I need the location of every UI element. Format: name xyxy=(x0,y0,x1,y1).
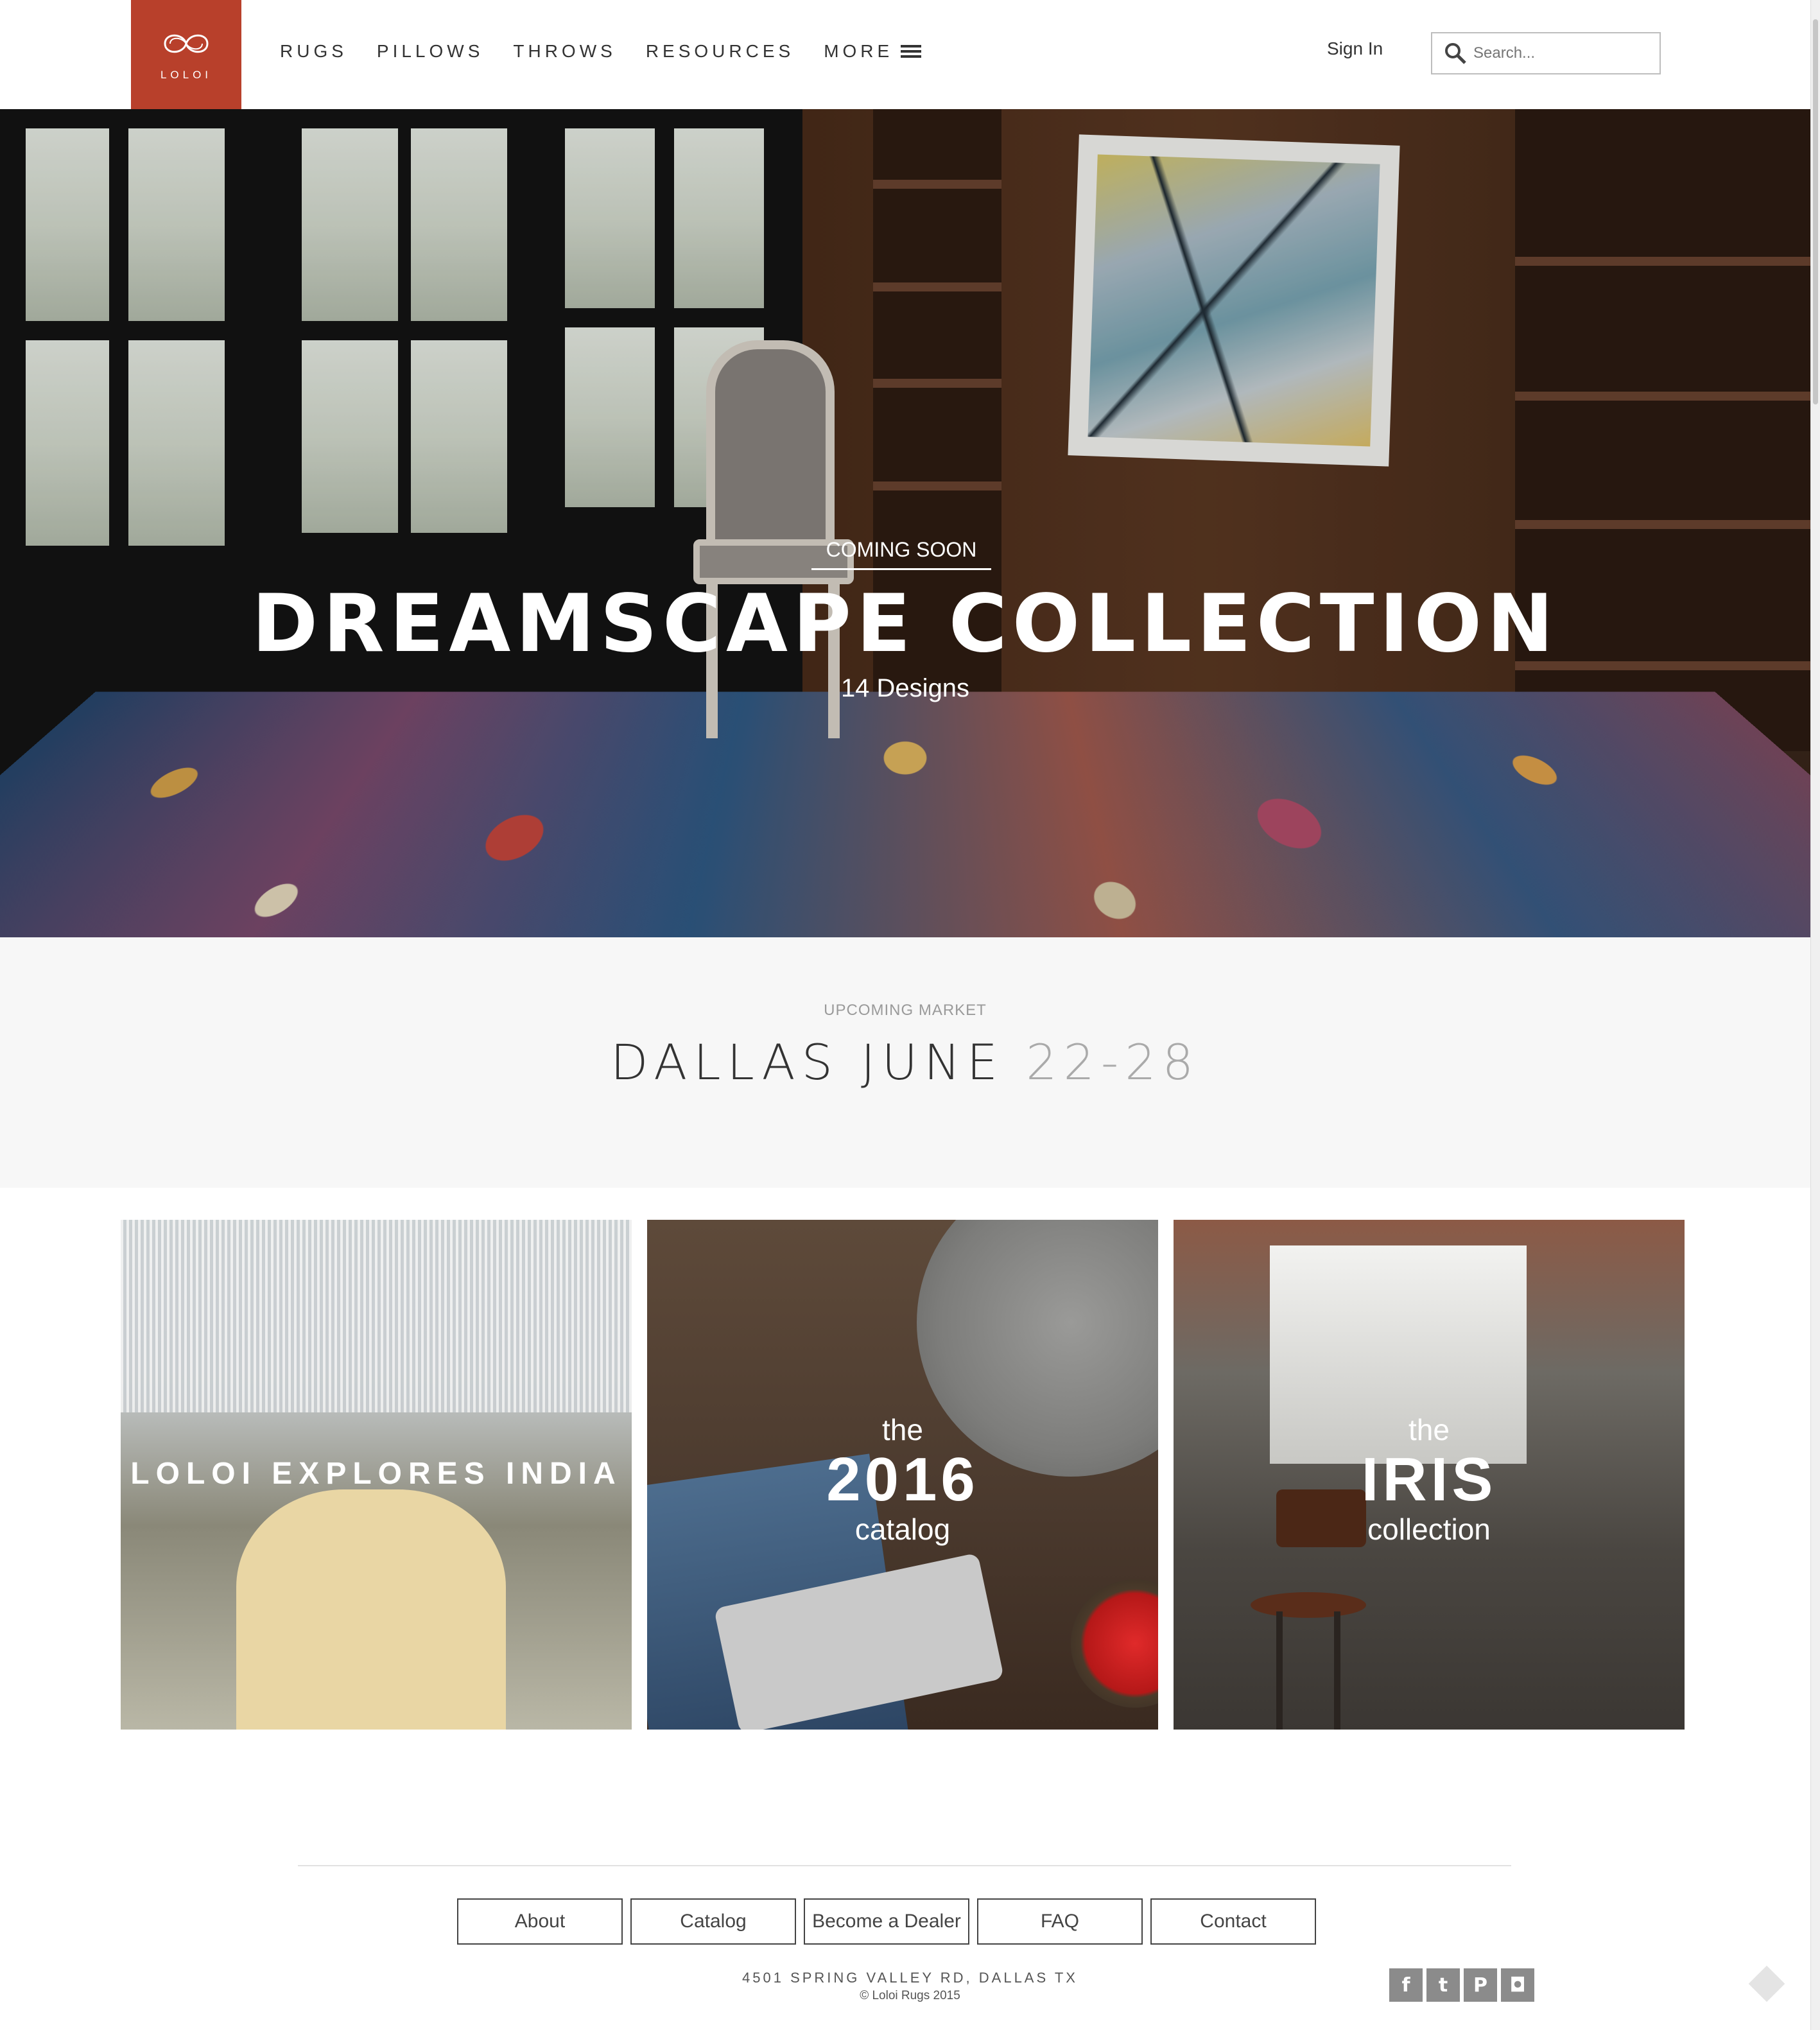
hamburger-icon xyxy=(901,42,922,60)
market-label: UPCOMING MARKET xyxy=(824,1002,987,1019)
tile-2016-catalog[interactable]: the 2016 catalog xyxy=(647,1220,1158,1730)
search-input[interactable] xyxy=(1473,44,1640,62)
search-icon xyxy=(1445,43,1466,64)
facebook-icon[interactable]: f xyxy=(1389,1968,1423,2002)
tile-loloi-explores-india[interactable]: LOLOI EXPLORES INDIA xyxy=(121,1220,632,1730)
footer-links: About Catalog Become a Dealer FAQ Contac… xyxy=(457,1898,1324,1945)
twitter-icon[interactable]: t xyxy=(1426,1968,1460,2002)
footer-address: 4501 SPRING VALLEY RD, DALLAS TX xyxy=(742,1970,1078,1986)
search-box[interactable] xyxy=(1431,32,1661,74)
logo-text: LOLOI xyxy=(160,69,212,81)
scrollbar-thumb[interactable] xyxy=(1813,19,1818,404)
footer-faq-button[interactable]: FAQ xyxy=(977,1898,1143,1945)
tile-flower-image xyxy=(1071,1579,1158,1708)
nav-resources[interactable]: RESOURCES xyxy=(646,41,794,62)
hero-subtitle: 14 Designs xyxy=(840,674,970,702)
pinterest-icon[interactable]: P xyxy=(1464,1968,1497,2002)
market-title: DALLAS JUNE 22-28 xyxy=(0,1034,1810,1091)
tile-iris-name: IRIS xyxy=(1361,1445,1497,1514)
footer-become-dealer-button[interactable]: Become a Dealer xyxy=(804,1898,969,1945)
hero-banner[interactable]: COMING SOON DREAMSCAPE COLLECTION 14 Des… xyxy=(0,109,1810,937)
footer-copyright: © Loloi Rugs 2015 xyxy=(860,1989,960,2002)
tile-iris-collection[interactable]: the IRIS collection xyxy=(1174,1220,1685,1730)
tile-catalog-year: 2016 xyxy=(826,1445,979,1514)
tile-iris-word: collection xyxy=(1367,1513,1491,1546)
footer-divider xyxy=(298,1865,1511,1866)
tile-catalog-the: the xyxy=(882,1413,923,1446)
market-dates: 22-28 xyxy=(1026,1034,1200,1091)
nav-more[interactable]: MORE xyxy=(824,41,922,62)
footer-catalog-button[interactable]: Catalog xyxy=(630,1898,796,1945)
tile-hands-image xyxy=(236,1489,506,1730)
main-nav: RUGS PILLOWS THROWS RESOURCES MORE xyxy=(280,0,951,103)
nav-more-label: MORE xyxy=(824,41,894,61)
instagram-icon[interactable]: ◘ xyxy=(1501,1968,1534,2002)
market-city-month: DALLAS JUNE xyxy=(611,1034,1004,1091)
upcoming-market-section: UPCOMING MARKET DALLAS JUNE 22-28 xyxy=(0,937,1810,1188)
loloi-logo[interactable]: LOLOI xyxy=(131,0,241,109)
nav-rugs[interactable]: RUGS xyxy=(280,41,347,62)
tile-india-text: LOLOI EXPLORES INDIA xyxy=(130,1457,622,1491)
sign-in-link[interactable]: Sign In xyxy=(1327,39,1383,59)
tile-catalog-word: catalog xyxy=(854,1513,951,1546)
footer-contact-button[interactable]: Contact xyxy=(1150,1898,1316,1945)
hero-title: DREAMSCAPE COLLECTION xyxy=(252,578,1559,670)
social-links: f t P ◘ xyxy=(1389,1968,1538,2002)
nav-pillows[interactable]: PILLOWS xyxy=(377,41,483,62)
site-header: LOLOI RUGS PILLOWS THROWS RESOURCES MORE… xyxy=(0,0,1810,109)
tile-iris-the: the xyxy=(1408,1413,1450,1446)
hero-eyebrow: COMING SOON xyxy=(811,538,991,570)
footer-about-button[interactable]: About xyxy=(457,1898,623,1945)
infinity-logo-icon xyxy=(164,34,209,53)
nav-throws[interactable]: THROWS xyxy=(513,41,616,62)
